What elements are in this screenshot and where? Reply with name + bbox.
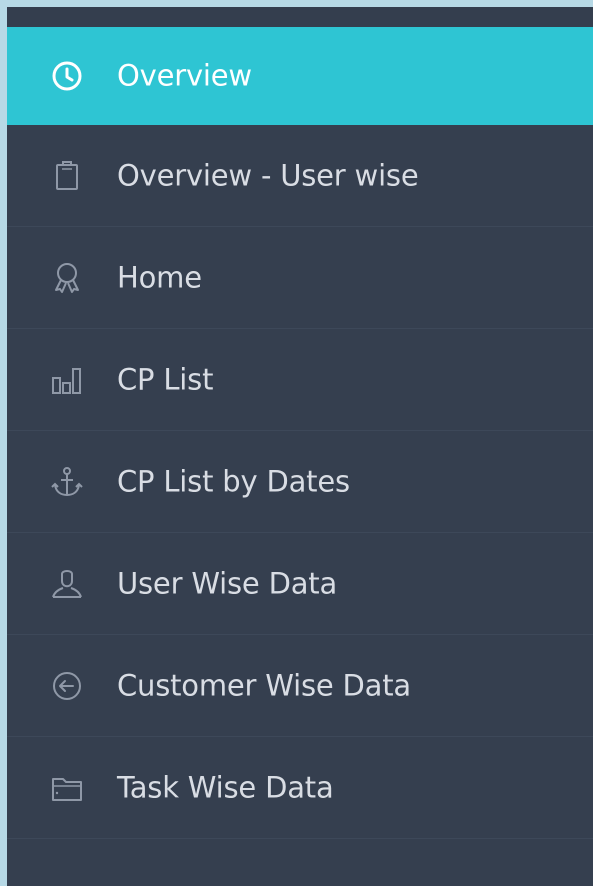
sidebar-item-label: Home: [117, 260, 202, 294]
sidebar-item-cp-list-by-dates[interactable]: CP List by Dates: [7, 431, 593, 533]
sidebar-item-cp-list[interactable]: CP List: [7, 329, 593, 431]
arrow-left-circle-icon: [50, 669, 84, 703]
user-icon: [50, 567, 84, 601]
clipboard-icon: [50, 159, 84, 193]
sidebar-item-home[interactable]: Home: [7, 227, 593, 329]
sidebar-top-strip: [7, 7, 593, 27]
sidebar-item-task-wise-data[interactable]: Task Wise Data: [7, 737, 593, 839]
award-ribbon-icon: [50, 261, 84, 295]
anchor-icon: [50, 465, 84, 499]
sidebar-item-label: Overview - User wise: [117, 158, 419, 192]
sidebar-menu: Overview Overview - User wise Home CP Li…: [7, 27, 593, 839]
bar-chart-icon: [50, 363, 84, 397]
sidebar-item-overview[interactable]: Overview: [7, 27, 593, 125]
clock-icon: [50, 59, 84, 93]
sidebar: Overview Overview - User wise Home CP Li…: [7, 7, 593, 886]
sidebar-item-customer-wise-data[interactable]: Customer Wise Data: [7, 635, 593, 737]
sidebar-item-user-wise-data[interactable]: User Wise Data: [7, 533, 593, 635]
sidebar-item-label: CP List by Dates: [117, 464, 350, 498]
sidebar-item-label: Task Wise Data: [117, 770, 334, 804]
sidebar-item-label: Overview: [117, 58, 252, 93]
sidebar-item-overview-user-wise[interactable]: Overview - User wise: [7, 125, 593, 227]
sidebar-item-label: CP List: [117, 362, 214, 396]
folder-icon: [50, 771, 84, 805]
sidebar-item-label: User Wise Data: [117, 566, 338, 600]
sidebar-item-label: Customer Wise Data: [117, 668, 411, 702]
